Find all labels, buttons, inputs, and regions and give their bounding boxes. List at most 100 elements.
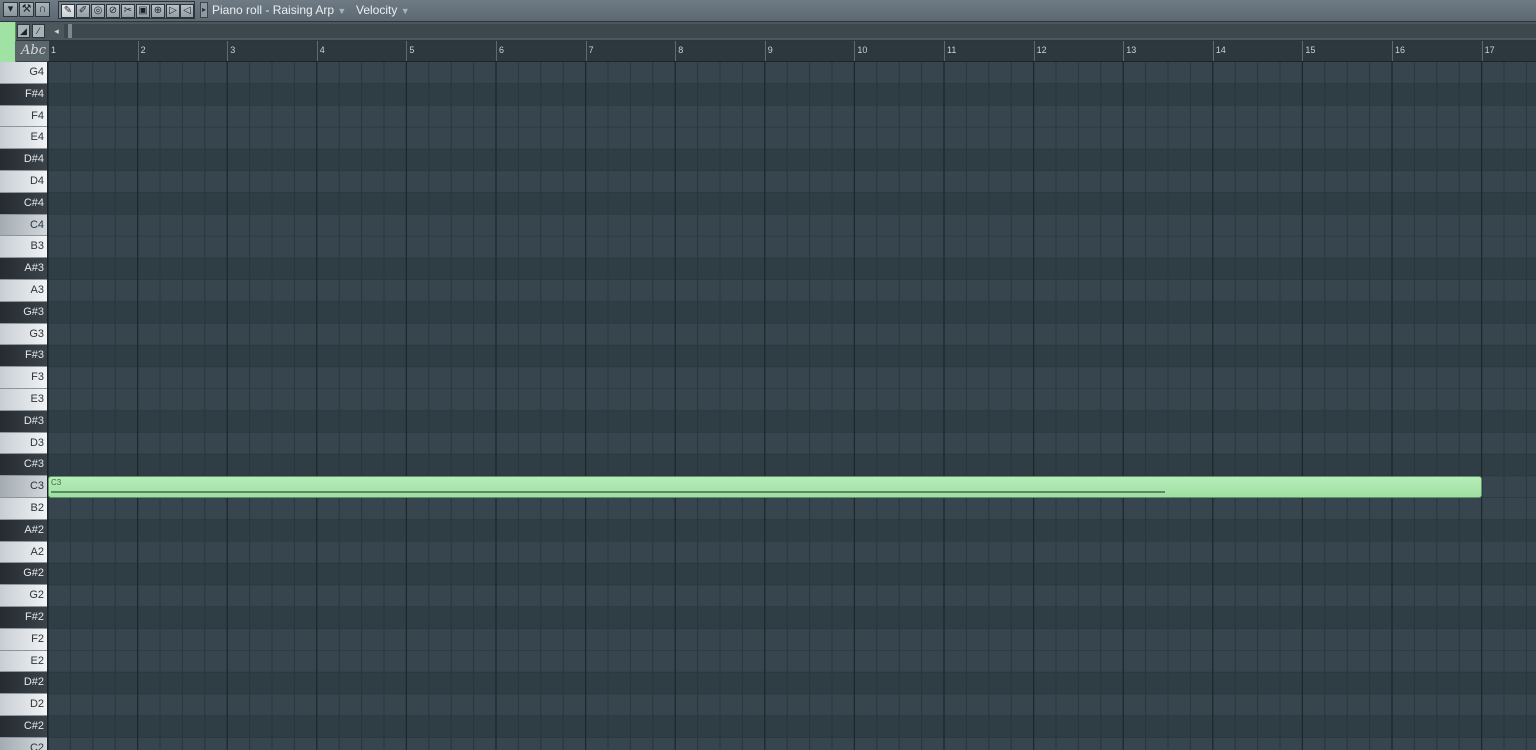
piano-key-g4[interactable]: G4 bbox=[0, 62, 47, 84]
magnet-icon[interactable]: ∩ bbox=[35, 2, 50, 17]
piano-key-a3[interactable]: A3 bbox=[0, 280, 47, 302]
piano-key-g3[interactable]: G3 bbox=[0, 323, 47, 346]
pencil-icon[interactable]: ✎ bbox=[61, 4, 75, 18]
grid-row bbox=[48, 105, 1536, 128]
grid-row bbox=[48, 389, 1536, 411]
piano-key-c4[interactable]: C4 bbox=[0, 214, 47, 237]
delete-icon[interactable]: ◎ bbox=[91, 4, 105, 18]
grid-row bbox=[48, 323, 1536, 346]
piano-key-c2[interactable]: C2 bbox=[0, 737, 47, 750]
horizontal-scrollbar[interactable] bbox=[64, 24, 1536, 38]
menu-arrow-icon[interactable]: ▾ bbox=[3, 2, 18, 17]
ruler-tick bbox=[406, 41, 408, 61]
piano-key-fsharp4[interactable]: F#4 bbox=[0, 83, 47, 106]
grid-row bbox=[48, 149, 1536, 171]
playback-icon[interactable]: ▷ bbox=[166, 4, 180, 18]
brush-icon[interactable]: ✐ bbox=[76, 4, 90, 18]
grid-row bbox=[48, 127, 1536, 150]
grid-row bbox=[48, 301, 1536, 324]
grid-row bbox=[48, 716, 1536, 738]
ruler-tick bbox=[675, 41, 677, 61]
title-text: Piano roll - Raising Arp bbox=[212, 3, 335, 17]
ruler-tick bbox=[496, 41, 497, 61]
piano-key-fsharp2[interactable]: F#2 bbox=[0, 607, 47, 629]
stamp-icon[interactable]: ◢ bbox=[17, 24, 30, 38]
grid-row bbox=[48, 345, 1536, 368]
piano-key-dsharp3[interactable]: D#3 bbox=[0, 410, 47, 433]
grid-row bbox=[48, 628, 1536, 651]
piano-key-d3[interactable]: D3 bbox=[0, 432, 47, 455]
piano-key-csharp4[interactable]: C#4 bbox=[0, 192, 47, 215]
piano-key-e3[interactable]: E3 bbox=[0, 389, 47, 411]
piano-keyboard[interactable]: G4 F#4 F4 E4 D#4 D4 C#4 C4 B3 A#3 A3 G#3 G3 F#3 F3 E3 D#… bbox=[0, 62, 48, 750]
scrollbar-thumb[interactable] bbox=[68, 24, 72, 38]
ruler-bar-number: 11 bbox=[947, 45, 957, 55]
piano-key-a2[interactable]: A2 bbox=[0, 541, 47, 564]
velocity-label: Velocity bbox=[356, 3, 398, 17]
piano-key-dsharp4[interactable]: D#4 bbox=[0, 149, 47, 171]
ruler-tick bbox=[585, 41, 587, 61]
piano-key-fsharp3[interactable]: F#3 bbox=[0, 345, 47, 368]
mute-icon[interactable]: ⊘ bbox=[106, 4, 120, 18]
ruler-tick bbox=[316, 41, 318, 61]
grid-row bbox=[48, 585, 1536, 607]
grid-row bbox=[48, 672, 1536, 695]
ruler-bar-number: 7 bbox=[588, 45, 594, 55]
ruler-bar-number: 1 bbox=[51, 45, 57, 55]
piano-key-csharp2[interactable]: C#2 bbox=[0, 716, 47, 738]
piano-roll-title[interactable]: Piano roll - Raising Arp ▼ bbox=[212, 3, 346, 17]
ruler-bar-number: 6 bbox=[499, 45, 505, 55]
slice-icon[interactable]: ✂ bbox=[121, 4, 135, 18]
key-label-toggle[interactable]: Abc bbox=[15, 41, 48, 61]
ruler-bar-number: 14 bbox=[1215, 45, 1226, 55]
piano-key-gsharp2[interactable]: G#2 bbox=[0, 563, 47, 586]
grid-row bbox=[48, 498, 1536, 520]
piano-key-asharp3[interactable]: A#3 bbox=[0, 258, 47, 280]
piano-key-f3[interactable]: F3 bbox=[0, 367, 47, 389]
grid-row bbox=[48, 607, 1536, 629]
wrench-icon[interactable]: ⚒ bbox=[19, 2, 34, 17]
note-grid[interactable] bbox=[48, 62, 1536, 750]
channel-color-strip bbox=[0, 22, 16, 62]
grid-row bbox=[48, 694, 1536, 716]
ruler-tick bbox=[1481, 41, 1483, 61]
grid-row bbox=[48, 650, 1536, 673]
grid-row bbox=[48, 454, 1536, 477]
ruler-tick bbox=[227, 41, 229, 61]
piano-key-g2[interactable]: G2 bbox=[0, 585, 47, 607]
ruler-tick bbox=[1033, 41, 1035, 61]
grid-row bbox=[48, 432, 1536, 455]
ruler-bar-number: 3 bbox=[230, 45, 236, 55]
grid-row bbox=[48, 236, 1536, 259]
zoom-icon[interactable]: ⊕ bbox=[151, 4, 165, 18]
scroll-left-icon[interactable]: ◂ bbox=[50, 24, 63, 38]
ruler-tick bbox=[1392, 41, 1393, 61]
ruler-bar-number: 16 bbox=[1395, 45, 1406, 55]
ruler-tick bbox=[1212, 41, 1214, 61]
piano-key-e2[interactable]: E2 bbox=[0, 650, 47, 673]
piano-key-f2[interactable]: F2 bbox=[0, 628, 47, 651]
speaker-icon[interactable]: ◁ bbox=[180, 4, 194, 18]
ruler-bar-number: 15 bbox=[1305, 45, 1316, 55]
ruler-bar-number: 12 bbox=[1036, 45, 1047, 55]
piano-key-csharp3[interactable]: C#3 bbox=[0, 454, 47, 477]
select-icon[interactable]: ▣ bbox=[136, 4, 150, 18]
piano-key-asharp2[interactable]: A#2 bbox=[0, 519, 47, 542]
piano-key-gsharp3[interactable]: G#3 bbox=[0, 301, 47, 324]
piano-key-d2[interactable]: D2 bbox=[0, 694, 47, 716]
piano-key-b3[interactable]: B3 bbox=[0, 236, 47, 259]
draw-line-icon[interactable]: ⁄ bbox=[32, 24, 45, 38]
ruler-bar-number: 8 bbox=[678, 45, 684, 55]
piano-key-b2[interactable]: B2 bbox=[0, 498, 47, 520]
piano-key-f4[interactable]: F4 bbox=[0, 105, 47, 128]
grid-row bbox=[48, 410, 1536, 433]
bar-ruler[interactable]: 1 2 3 4 5 6 7 8 9 10 11 12 13 14 15 16 17 bbox=[48, 41, 1536, 62]
piano-key-c3[interactable]: C3 bbox=[0, 476, 47, 498]
ruler-tick bbox=[764, 41, 766, 61]
piano-key-e4[interactable]: E4 bbox=[0, 127, 47, 150]
note-c3[interactable]: C3 bbox=[48, 476, 1482, 498]
piano-key-d4[interactable]: D4 bbox=[0, 171, 47, 193]
piano-key-dsharp2[interactable]: D#2 bbox=[0, 672, 47, 695]
velocity-dropdown[interactable]: Velocity ▼ bbox=[356, 3, 410, 17]
title-arrow-icon[interactable]: ▸ bbox=[200, 2, 208, 18]
